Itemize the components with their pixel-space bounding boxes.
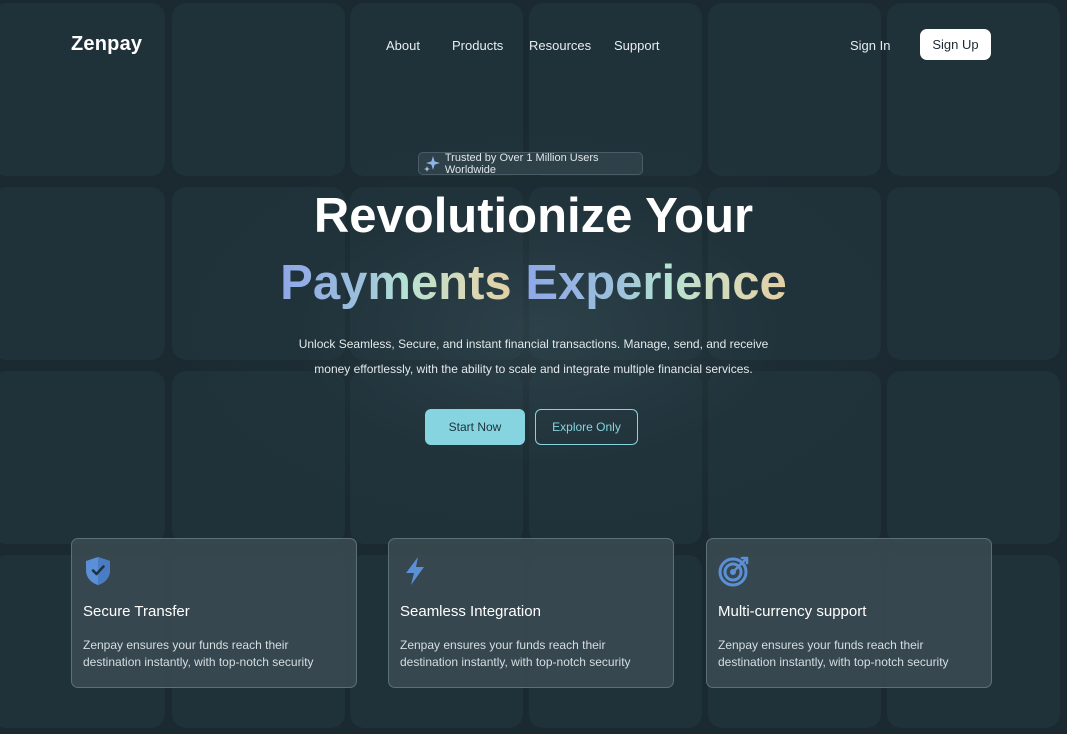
hero-title-line1: Revolutionize Your [313, 189, 754, 243]
trust-badge-text: Trusted by Over 1 Million Users Worldwid… [444, 151, 599, 176]
nav-link-resources[interactable]: Resources [529, 38, 591, 53]
sign-in-link[interactable]: Sign In [850, 38, 890, 53]
sign-up-button[interactable]: Sign Up [920, 29, 991, 60]
page: Zenpay About Products Resources Support … [0, 0, 1067, 734]
feature-description: Zenpay ensures your funds reach their de… [83, 638, 314, 669]
nav-link-products[interactable]: Products [452, 38, 503, 53]
start-now-button[interactable]: Start Now [425, 409, 525, 445]
trust-badge: Trusted by Over 1 Million Users Worldwid… [418, 151, 643, 176]
feature-card-multi-currency: Multi-currency support Zenpay ensures yo… [706, 538, 992, 688]
nav-link-about[interactable]: About [386, 38, 420, 53]
hero-description-line2: money effortlessly, with the ability to … [314, 362, 753, 376]
feature-description: Zenpay ensures your funds reach their de… [400, 638, 631, 669]
hero-title-experience: Experience [525, 256, 787, 310]
shield-check-icon [83, 555, 113, 587]
feature-title: Secure Transfer [83, 603, 190, 620]
hero-title-line2: Payments Experience [0, 255, 1067, 311]
feature-description: Zenpay ensures your funds reach their de… [718, 638, 949, 669]
feature-title: Seamless Integration [400, 603, 541, 620]
hero-description: Unlock Seamless, Secure, and instant fin… [0, 332, 1067, 382]
hero-title-payments: Payments [280, 256, 512, 310]
feature-title: Multi-currency support [718, 603, 867, 620]
sparkles-icon [422, 153, 443, 175]
feature-card-secure-transfer: Secure Transfer Zenpay ensures your fund… [71, 538, 357, 688]
logo[interactable]: Zenpay [71, 33, 142, 56]
hero-description-line1: Unlock Seamless, Secure, and instant fin… [298, 337, 769, 351]
feature-card-seamless-integration: Seamless Integration Zenpay ensures your… [388, 538, 674, 688]
nav-link-support[interactable]: Support [614, 38, 660, 53]
explore-only-button[interactable]: Explore Only [535, 409, 638, 445]
target-icon [718, 555, 749, 587]
lightning-bolt-icon [400, 555, 430, 587]
